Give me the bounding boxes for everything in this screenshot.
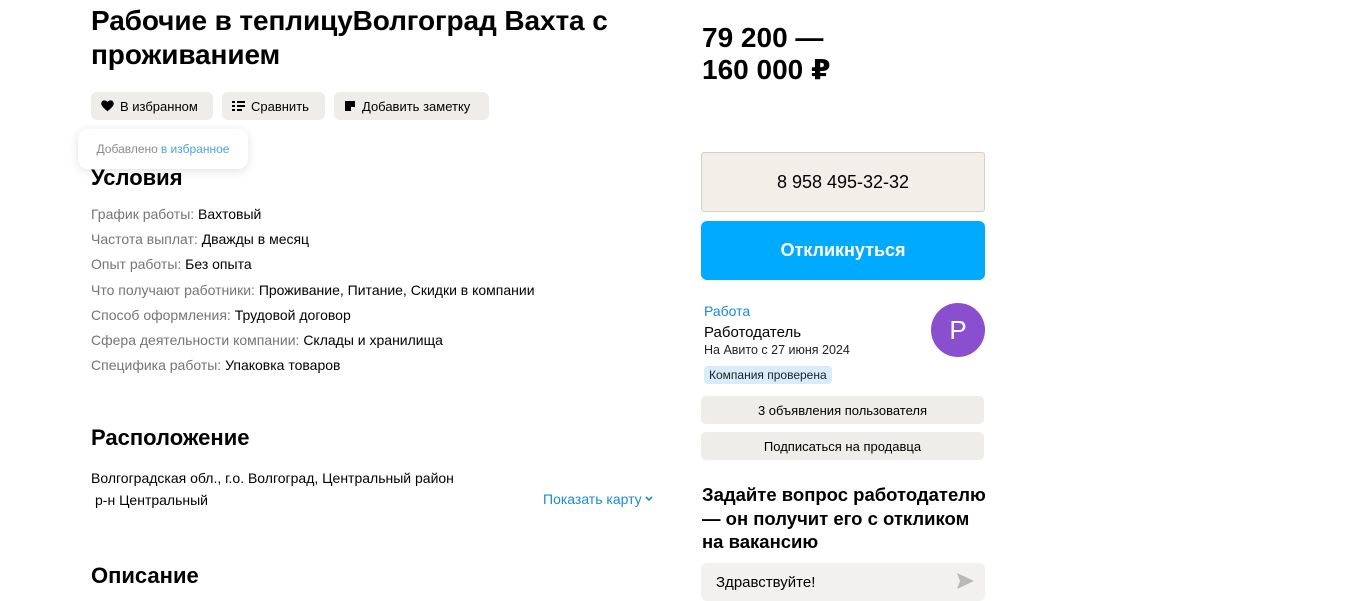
compare-icon (232, 101, 245, 111)
price-line-2: 160 000 ₽ (702, 54, 831, 85)
condition-key: Что получают работники: (91, 281, 255, 298)
send-icon[interactable] (957, 573, 974, 589)
conditions-list: График работы: Вахтовый Частота выплат: … (91, 204, 535, 380)
chevron-down-icon (645, 496, 653, 502)
show-map-link[interactable]: Показать карту (543, 491, 653, 507)
compare-button[interactable]: Сравнить (222, 92, 325, 120)
toast-favorites-link[interactable]: в избранное (161, 142, 230, 156)
message-box (701, 563, 985, 601)
ask-question-title: Задайте вопрос работодателю — он получит… (702, 484, 986, 552)
condition-row: График работы: Вахтовый (91, 204, 535, 229)
condition-row: Опыт работы: Без опыта (91, 254, 535, 279)
show-map-label: Показать карту (543, 491, 642, 507)
seller-listings-button[interactable]: 3 объявления пользователя (701, 396, 984, 424)
seller-since: На Авито с 27 июня 2024 (704, 343, 850, 357)
message-input[interactable] (716, 563, 936, 601)
condition-key: Сфера деятельности компании: (91, 331, 300, 348)
seller-name-link[interactable]: Работа (704, 303, 750, 319)
condition-key: График работы: (91, 206, 195, 222)
condition-value: Трудовой договор (234, 306, 351, 323)
price-line-1: 79 200 — (702, 22, 824, 53)
add-note-button[interactable]: Добавить заметку (334, 92, 489, 120)
verified-badge: Компания проверена (704, 366, 832, 384)
note-icon (345, 101, 355, 111)
condition-row: Способ оформления: Трудовой договор (91, 305, 535, 330)
condition-value: Без опыта (185, 256, 252, 273)
condition-key: Специфика работы: (91, 357, 222, 374)
compare-label: Сравнить (251, 98, 309, 114)
add-note-label: Добавить заметку (362, 98, 471, 114)
condition-value: Вахтовый (198, 206, 262, 222)
respond-button[interactable]: Откликнуться (701, 221, 985, 280)
condition-value: Упаковка товаров (225, 357, 341, 374)
condition-value: Склады и хранилища (303, 331, 443, 348)
favorite-label: В избранном (120, 98, 198, 114)
condition-row: Специфика работы: Упаковка товаров (91, 355, 535, 380)
toast-text: Добавлено (96, 142, 158, 156)
favorite-toast: Добавлено в избранное (78, 129, 248, 169)
location-address: Волгоградская обл., г.о. Волгоград, Цент… (91, 467, 454, 511)
seller-role: Работодатель (704, 324, 802, 341)
vacancy-title: Рабочие в теплицуВолгоград Вахта с прожи… (91, 5, 608, 70)
condition-key: Способ оформления: (91, 306, 231, 323)
condition-key: Опыт работы: (91, 256, 182, 273)
condition-row: Сфера деятельности компании: Склады и хр… (91, 330, 535, 355)
favorite-button[interactable]: В избранном (91, 92, 213, 120)
condition-value: Дважды в месяц (201, 231, 310, 248)
condition-row: Частота выплат: Дважды в месяц (91, 229, 535, 254)
condition-key: Частота выплат: (91, 231, 198, 248)
heart-icon (101, 100, 114, 112)
location-heading: Расположение (91, 425, 250, 450)
address-line-2: р-н Центральный (95, 492, 209, 508)
description-heading: Описание (91, 563, 199, 588)
avatar[interactable]: Р (931, 303, 985, 357)
salary-price: 79 200 — 160 000 ₽ (702, 22, 830, 86)
address-line-1: Волгоградская обл., г.о. Волгоград, Цент… (91, 470, 454, 486)
phone-button[interactable]: 8 958 495-32-32 (701, 152, 985, 212)
subscribe-seller-button[interactable]: Подписаться на продавца (701, 432, 984, 460)
condition-row: Что получают работники: Проживание, Пита… (91, 280, 535, 305)
conditions-heading: Условия (91, 165, 183, 190)
condition-value: Проживание, Питание, Скидки в компании (258, 281, 535, 298)
